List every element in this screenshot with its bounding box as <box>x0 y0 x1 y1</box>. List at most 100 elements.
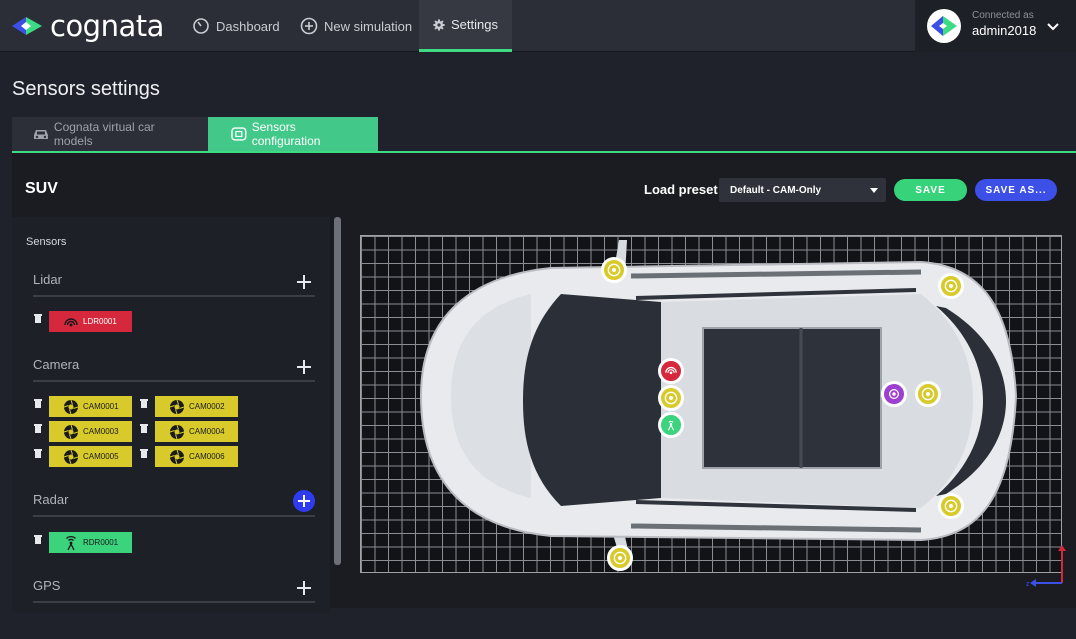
nav-dashboard-label: Dashboard <box>216 18 280 34</box>
add-lidar-button[interactable] <box>296 274 312 290</box>
camera-marker[interactable] <box>938 273 964 299</box>
logo-mark-icon <box>12 17 42 35</box>
sensor-group-gps: GPS <box>33 573 315 603</box>
camera-aperture-icon <box>169 449 185 464</box>
camera-aperture-icon <box>664 391 678 405</box>
delete-ldr0001-icon[interactable] <box>34 314 42 323</box>
delete-cam0004-icon[interactable] <box>140 424 148 433</box>
sensor-group-radar-name: Radar <box>33 492 69 507</box>
camera-aperture-icon <box>613 551 627 565</box>
sunroof <box>702 327 882 469</box>
chevron-down-icon[interactable] <box>1047 22 1059 32</box>
camera-marker[interactable] <box>938 493 964 519</box>
camera-marker[interactable] <box>658 385 684 411</box>
save-as-button[interactable]: SAVE AS... <box>975 179 1057 201</box>
sensors-list-scrollbar[interactable] <box>334 217 341 565</box>
camera-aperture-icon <box>944 279 958 293</box>
radar-icon <box>66 535 76 550</box>
camera-marker[interactable] <box>915 381 941 407</box>
settings-tabs: Cognata virtual car models Sensors confi… <box>12 117 1076 153</box>
axis-gizmo-icon: z <box>1026 545 1066 588</box>
car-icon <box>33 130 48 139</box>
camera-aperture-icon <box>63 424 79 439</box>
sensor-group-lidar: Lidar <box>33 267 315 297</box>
sensor-chip-cam0004[interactable]: CAM0004 <box>155 421 238 442</box>
nav-dashboard[interactable]: Dashboard <box>180 0 292 52</box>
avatar <box>927 9 961 43</box>
camera-aperture-icon <box>944 499 958 513</box>
sensor-chip-label: CAM0003 <box>83 427 119 436</box>
sensor-group-gps-name: GPS <box>33 578 61 593</box>
gear-icon <box>433 18 445 31</box>
tab-sensors-configuration[interactable]: Sensors configuration <box>208 117 378 151</box>
sensor-chip-cam0001[interactable]: CAM0001 <box>49 396 132 417</box>
camera-marker[interactable] <box>601 257 627 283</box>
sensor-group-radar: Radar <box>33 487 315 517</box>
radar-icon <box>667 420 675 431</box>
lidar-icon <box>64 317 78 326</box>
logo-text: cognata <box>50 9 164 43</box>
nav-settings[interactable]: Settings <box>419 0 512 52</box>
avatar-logo-icon <box>931 16 957 36</box>
sensor-chip-cam0005[interactable]: CAM0005 <box>49 446 132 467</box>
preset-select[interactable]: Default - CAM-Only <box>719 178 886 202</box>
camera-aperture-icon <box>63 449 79 464</box>
camera-aperture-icon <box>607 263 621 277</box>
sensor-group-lidar-name: Lidar <box>33 272 62 287</box>
tab-sensors-configuration-label: Sensors configuration <box>251 120 321 148</box>
save-button[interactable]: SAVE <box>894 179 967 201</box>
delete-rdr0001-icon[interactable] <box>34 535 42 544</box>
tab-virtual-car-models-label: Cognata virtual car models <box>53 120 155 148</box>
top-nav-bar: cognata Dashboard New simulation Setting… <box>0 0 1076 52</box>
load-preset-label: Load preset <box>644 182 718 197</box>
sensor-chip-label: CAM0004 <box>189 427 225 436</box>
sensor-chip-label: CAM0005 <box>83 452 119 461</box>
tab-virtual-car-models[interactable]: Cognata virtual car models <box>12 117 208 151</box>
nav-new-simulation[interactable]: New simulation <box>288 0 424 52</box>
lidar-marker[interactable] <box>658 358 684 384</box>
sensor-chip-ldr0001[interactable]: LDR0001 <box>49 311 132 332</box>
add-gps-button[interactable] <box>296 580 312 596</box>
sensor-chip-cam0003[interactable]: CAM0003 <box>49 421 132 442</box>
sensor-chip-label: CAM0006 <box>189 452 225 461</box>
sensors-list-title: Sensors <box>26 236 67 248</box>
camera-aperture-icon <box>169 424 185 439</box>
connected-as-caption: Connected as <box>972 10 1034 21</box>
sensor-chip-cam0002[interactable]: CAM0002 <box>155 396 238 417</box>
vehicle-sensor-canvas[interactable] <box>360 235 1062 573</box>
sensor-chip-label: CAM0001 <box>83 402 119 411</box>
add-camera-button[interactable] <box>296 359 312 375</box>
user-menu[interactable]: Connected as admin2018 <box>915 0 1076 52</box>
delete-cam0003-icon[interactable] <box>34 424 42 433</box>
add-radar-button[interactable] <box>293 490 315 512</box>
gps-marker[interactable] <box>881 381 907 407</box>
nav-new-simulation-label: New simulation <box>324 18 413 34</box>
preset-select-value: Default - CAM-Only <box>730 185 822 196</box>
caret-down-icon <box>870 188 878 193</box>
delete-cam0002-icon[interactable] <box>140 399 148 408</box>
radar-marker[interactable] <box>658 412 684 438</box>
sensor-chip-label: LDR0001 <box>83 317 117 326</box>
gps-target-icon <box>888 388 900 400</box>
sensor-chip-rdr0001[interactable]: RDR0001 <box>49 532 132 553</box>
vehicle-name: SUV <box>25 180 58 197</box>
delete-cam0001-icon[interactable] <box>34 399 42 408</box>
user-name: admin2018 <box>972 23 1037 38</box>
svg-text:z: z <box>1026 581 1030 588</box>
delete-cam0006-icon[interactable] <box>140 449 148 458</box>
camera-marker[interactable] <box>607 545 633 571</box>
plus-circle-icon <box>300 17 318 35</box>
sensor-chip-cam0006[interactable]: CAM0006 <box>155 446 238 467</box>
cognata-logo[interactable]: cognata <box>12 8 164 44</box>
nav-settings-label: Settings <box>451 17 498 32</box>
dashboard-icon <box>193 18 209 34</box>
sensor-chip-label: CAM0002 <box>189 402 225 411</box>
lidar-icon <box>665 366 677 375</box>
camera-aperture-icon <box>63 399 79 414</box>
sensor-chip-label: RDR0001 <box>83 538 119 547</box>
sensor-group-camera: Camera <box>33 352 315 382</box>
delete-cam0005-icon[interactable] <box>34 449 42 458</box>
camera-aperture-icon <box>169 399 185 414</box>
windshield <box>523 294 661 506</box>
sensor-group-camera-name: Camera <box>33 357 80 372</box>
